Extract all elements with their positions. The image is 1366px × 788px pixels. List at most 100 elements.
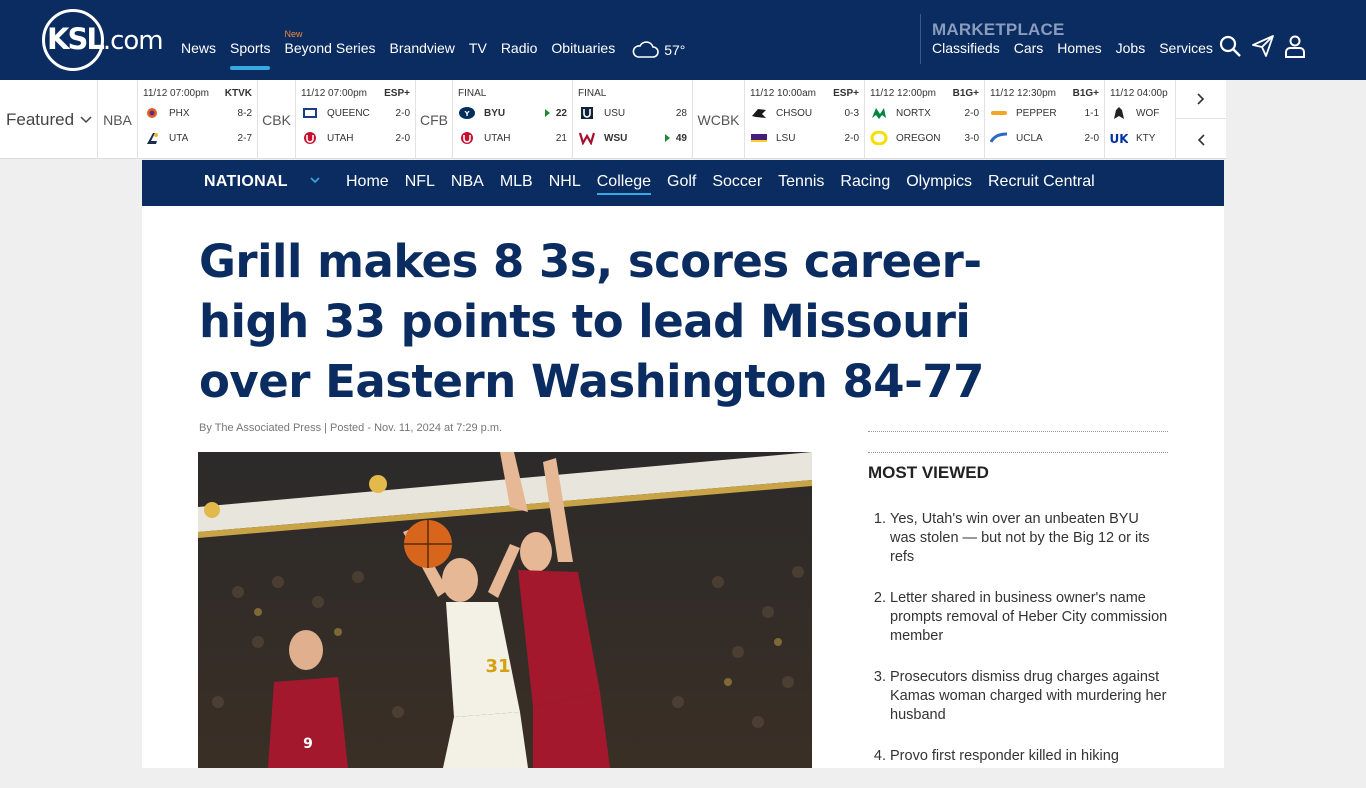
item-headline: Yes, Utah's win over an unbeaten BYU was… xyxy=(890,511,1150,565)
team-name: CHSOU xyxy=(776,107,813,119)
subnav-nba[interactable]: NBA xyxy=(451,173,484,195)
subnav-golf[interactable]: Golf xyxy=(667,173,696,195)
article-page: Grill makes 8 3s, scores career-high 33 … xyxy=(142,206,1224,768)
wsu-logo-icon xyxy=(578,132,596,145)
nav-news[interactable]: News xyxy=(181,40,216,60)
lsu-logo-icon xyxy=(751,134,767,142)
nav-obituaries[interactable]: Obituaries xyxy=(551,40,615,60)
svg-text:UK: UK xyxy=(1110,132,1128,145)
game-time: 11/12 07:00pm xyxy=(143,88,209,99)
team-score: 49 xyxy=(675,132,687,144)
subnav-mlb[interactable]: MLB xyxy=(500,173,533,195)
weather-temp: 57° xyxy=(664,42,686,58)
chevron-right-icon xyxy=(1197,93,1205,105)
nav-sports[interactable]: Sports xyxy=(230,40,271,70)
weather-widget[interactable]: 57° xyxy=(631,40,685,60)
team-name: LSU xyxy=(776,132,796,144)
game-card[interactable]: 11/12 07:00pm ESP+ QUEENC 2-0 UTAH 2-0 xyxy=(296,80,416,159)
suns-logo-icon xyxy=(147,108,157,118)
league-cbk[interactable]: CBK xyxy=(258,80,296,159)
league-cfb[interactable]: CFB xyxy=(416,80,453,159)
subnav-college[interactable]: College xyxy=(596,173,652,195)
most-viewed-item[interactable]: 4. Provo first responder killed in hiking xyxy=(868,747,1168,766)
new-tag: New xyxy=(284,29,303,39)
team-name: QUEENC xyxy=(327,107,370,119)
send-icon[interactable] xyxy=(1251,34,1275,58)
subnav-home[interactable]: Home xyxy=(346,173,389,195)
team-name: PEPPER xyxy=(1016,107,1057,119)
charleston-southern-logo-icon xyxy=(752,109,766,118)
most-viewed-title: MOST VIEWED xyxy=(868,463,989,482)
scroll-next-button[interactable] xyxy=(1176,80,1226,119)
account-icon[interactable] xyxy=(1283,34,1307,58)
scroll-prev-button[interactable] xyxy=(1176,120,1226,159)
subnav-links: Home NFL NBA MLB NHL College Golf Soccer… xyxy=(346,173,1095,195)
team-name: OREGON xyxy=(896,132,941,144)
nav-tv[interactable]: TV xyxy=(469,40,487,60)
team-name: NORTX xyxy=(896,107,931,119)
subnav-racing[interactable]: Racing xyxy=(840,173,890,195)
top-navigation: KSL.com News Sports New Beyond Series Bra… xyxy=(0,0,1366,80)
game-card[interactable]: 11/12 10:00am ESP+ CHSOU 0-3 LSU 2-0 xyxy=(745,80,865,159)
subnav-soccer[interactable]: Soccer xyxy=(712,173,762,195)
game-card[interactable]: 11/12 04:00p WOF UK KTY xyxy=(1105,80,1176,159)
subnav-tennis[interactable]: Tennis xyxy=(778,173,824,195)
byu-logo-icon: Y xyxy=(459,107,475,119)
subnav-nfl[interactable]: NFL xyxy=(405,173,435,195)
market-classifieds[interactable]: Classifieds xyxy=(932,40,1000,56)
article-headline: Grill makes 8 3s, scores career-high 33 … xyxy=(199,235,984,408)
team-score: 22 xyxy=(555,107,567,119)
winner-arrow-icon xyxy=(544,109,550,117)
most-viewed-item[interactable]: 1. Yes, Utah's win over an unbeaten BYU w… xyxy=(868,510,1168,567)
scoreboard-arrows xyxy=(1176,80,1226,159)
team-score: 2-0 xyxy=(395,107,410,119)
ucla-logo-icon xyxy=(990,132,1008,143)
market-homes[interactable]: Homes xyxy=(1057,40,1101,56)
most-viewed-item[interactable]: 2. Letter shared in business owner's name… xyxy=(868,589,1168,646)
item-number: 3. xyxy=(873,669,886,685)
subnav-olympics[interactable]: Olympics xyxy=(906,173,972,195)
league-wcbk[interactable]: WCBK xyxy=(693,80,745,159)
team-score: 2-0 xyxy=(395,132,410,144)
team-name: UTAH xyxy=(484,132,511,144)
game-card[interactable]: 11/12 12:30pm B1G+ PEPPER 1-1 UCLA 2-0 xyxy=(985,80,1105,159)
game-network: B1G+ xyxy=(952,88,979,99)
marketplace-links: Classifieds Cars Homes Jobs Services xyxy=(932,40,1213,56)
game-card[interactable]: FINAL USU 28 WSU 49 xyxy=(573,80,693,159)
subnav-nhl[interactable]: NHL xyxy=(549,173,581,195)
game-card[interactable]: 11/12 12:00pm B1G+ NORTX 2-0 OREGON 3-0 xyxy=(865,80,985,159)
most-viewed-item[interactable]: 3. Prosecutors dismiss drug charges again… xyxy=(868,668,1168,725)
subnav-recruit-central[interactable]: Recruit Central xyxy=(988,173,1095,195)
team-name: WOF xyxy=(1136,107,1160,119)
game-network: ESP+ xyxy=(833,88,859,99)
nav-beyond-series[interactable]: New Beyond Series xyxy=(284,29,376,60)
main-nav-links: News Sports New Beyond Series Brandview T… xyxy=(181,29,685,70)
game-time: 11/12 04:00p xyxy=(1110,88,1168,99)
chevron-down-icon[interactable] xyxy=(310,172,320,187)
chevron-left-icon xyxy=(1197,133,1205,146)
svg-text:31: 31 xyxy=(485,656,510,677)
wofford-logo-icon xyxy=(1114,107,1124,119)
team-score: 2-0 xyxy=(964,107,979,119)
featured-dropdown[interactable]: Featured xyxy=(0,80,98,159)
utah-logo-icon xyxy=(461,132,473,144)
game-card[interactable]: 11/12 07:00pm KTVK PHX 8-2 UTA 2-7 xyxy=(138,80,258,159)
item-headline: Prosecutors dismiss drug charges against… xyxy=(890,669,1167,723)
section-selector[interactable]: NATIONAL xyxy=(204,173,288,191)
featured-label: Featured xyxy=(6,109,75,129)
logo-text: KSL.com xyxy=(47,22,164,56)
ksl-logo[interactable]: KSL.com xyxy=(42,9,164,71)
team-name: UCLA xyxy=(1016,132,1043,144)
game-card[interactable]: FINAL Y BYU 22 UTAH 21 xyxy=(453,80,573,159)
league-nba[interactable]: NBA xyxy=(98,80,138,159)
market-services[interactable]: Services xyxy=(1159,40,1213,56)
basketball-photo-illustration: 9 31 xyxy=(198,452,812,768)
market-cars[interactable]: Cars xyxy=(1014,40,1044,56)
market-jobs[interactable]: Jobs xyxy=(1116,40,1146,56)
nav-brandview[interactable]: Brandview xyxy=(390,40,455,60)
kentucky-logo-icon: UK xyxy=(1110,132,1128,145)
nav-beyond-series-label: Beyond Series xyxy=(284,40,376,56)
article-photo[interactable]: 9 31 xyxy=(198,452,812,768)
nav-radio[interactable]: Radio xyxy=(501,40,538,60)
search-icon[interactable] xyxy=(1218,34,1242,58)
